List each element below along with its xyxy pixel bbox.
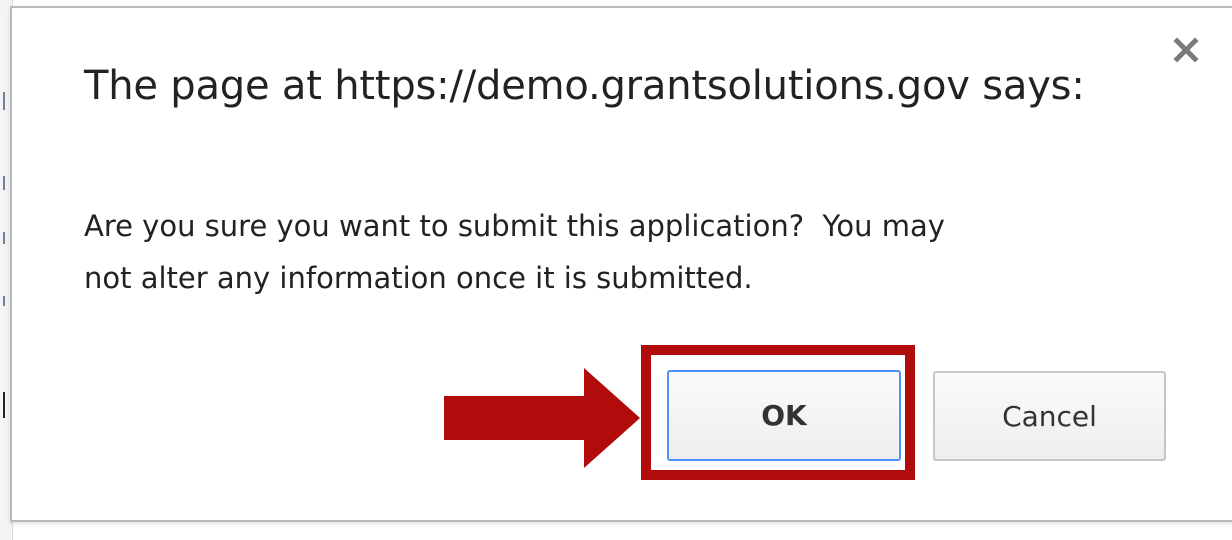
right-arrow-icon (444, 368, 640, 468)
dialog-title: The page at https://demo.grantsolutions.… (84, 63, 1085, 109)
edge-mark (3, 296, 5, 306)
cancel-button[interactable]: Cancel (933, 371, 1166, 461)
page: The page at https://demo.grantsolutions.… (0, 0, 1232, 540)
edge-mark (3, 92, 5, 110)
edge-mark (3, 232, 5, 244)
dialog-message: Are you sure you want to submit this app… (84, 209, 945, 295)
edge-mark (3, 176, 5, 190)
ok-button[interactable]: OK (667, 370, 901, 461)
edge-mark (3, 392, 5, 418)
close-icon[interactable] (1172, 36, 1200, 64)
